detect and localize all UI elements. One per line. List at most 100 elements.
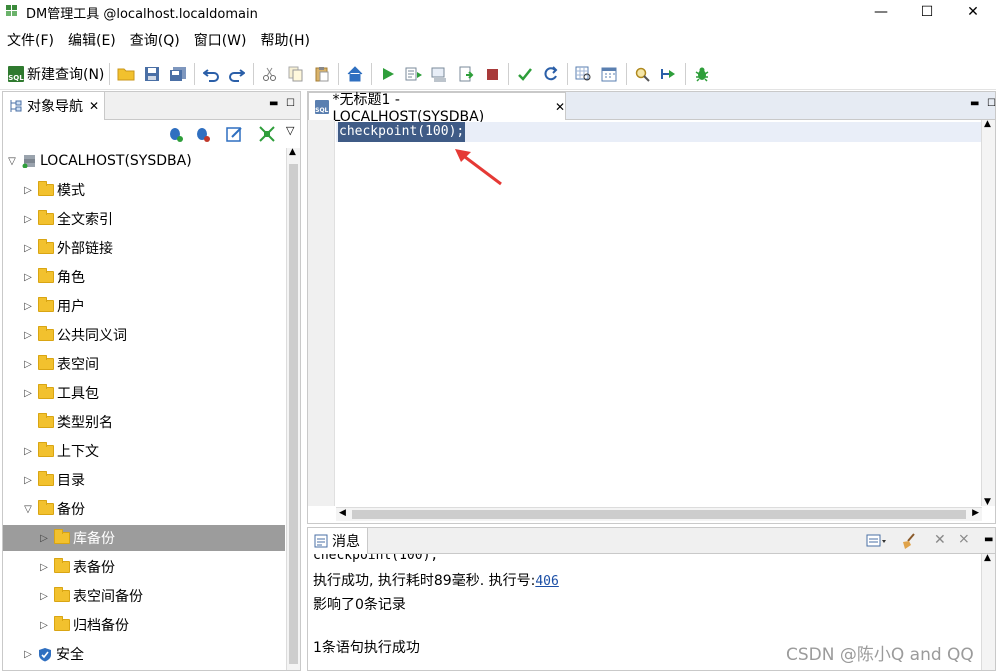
- scroll-up-icon[interactable]: ▲: [289, 147, 296, 157]
- collapsed-arrow-icon[interactable]: ▷: [38, 591, 50, 602]
- expand-all-icon[interactable]: [258, 125, 276, 143]
- tree-item[interactable]: ▷ 表备份: [3, 554, 285, 580]
- remove-all-icon[interactable]: ⨯: [958, 531, 970, 547]
- execute-plan-button[interactable]: [402, 62, 426, 86]
- collapsed-arrow-icon[interactable]: ▷: [22, 649, 34, 660]
- menu-edit[interactable]: 编辑(E): [61, 28, 123, 54]
- scrollbar-thumb[interactable]: [289, 164, 298, 664]
- collapsed-arrow-icon[interactable]: ▷: [22, 272, 34, 283]
- minimize-button[interactable]: —: [858, 0, 904, 24]
- collapsed-arrow-icon[interactable]: ▷: [22, 388, 34, 399]
- tree-item[interactable]: ▷ 表空间备份: [3, 583, 285, 609]
- navigator-vertical-scrollbar[interactable]: ▲: [286, 147, 300, 670]
- tree-item[interactable]: ▷ 库备份: [3, 525, 285, 551]
- collapsed-arrow-icon[interactable]: ▷: [22, 243, 34, 254]
- maximize-panel-icon[interactable]: ☐: [987, 98, 996, 109]
- tree-item[interactable]: ▷ 表空间: [3, 351, 285, 377]
- copy-button[interactable]: [284, 62, 308, 86]
- clear-broom-icon[interactable]: [900, 532, 918, 550]
- collapsed-arrow-icon[interactable]: ▷: [38, 562, 50, 573]
- find-button[interactable]: [631, 62, 655, 86]
- connect-icon[interactable]: [167, 125, 185, 143]
- collapsed-arrow-icon[interactable]: ▷: [38, 620, 50, 631]
- new-query-button[interactable]: SQL 新建查询(N): [6, 62, 106, 86]
- minimize-panel-icon[interactable]: ▬: [269, 98, 278, 109]
- close-button[interactable]: ✕: [950, 0, 996, 24]
- menu-file[interactable]: 文件(F): [0, 28, 61, 54]
- scroll-up-icon[interactable]: ▲: [984, 119, 991, 129]
- selected-code[interactable]: checkpoint(100);: [338, 122, 466, 142]
- collapsed-arrow-icon[interactable]: ▷: [22, 359, 34, 370]
- commit-button[interactable]: [513, 62, 537, 86]
- tree-item[interactable]: ▷ 模式: [3, 177, 285, 203]
- collapsed-arrow-icon[interactable]: ▷: [22, 330, 34, 341]
- tree-root-localhost[interactable]: ▽ LOCALHOST(SYSDBA): [3, 148, 285, 174]
- close-icon[interactable]: ✕: [89, 99, 99, 113]
- query-analyze-button[interactable]: [572, 62, 596, 86]
- stop-button[interactable]: [480, 62, 504, 86]
- tree-item[interactable]: ▷ 全文索引: [3, 206, 285, 232]
- edit-icon[interactable]: [226, 125, 244, 143]
- execute-script-button[interactable]: [428, 62, 452, 86]
- home-button[interactable]: [343, 62, 367, 86]
- tab-messages[interactable]: 消息: [308, 528, 368, 554]
- tree-item[interactable]: ▷ 归档备份: [3, 612, 285, 638]
- view-menu-icon[interactable]: ▽: [286, 124, 294, 137]
- collapsed-arrow-icon[interactable]: ▷: [22, 475, 34, 486]
- exec-id-link[interactable]: 406: [535, 574, 558, 589]
- maximize-button[interactable]: ☐: [904, 0, 950, 24]
- menu-query[interactable]: 查询(Q): [123, 28, 187, 54]
- scroll-right-icon[interactable]: ▶: [972, 508, 979, 518]
- tree-item[interactable]: ▷ 安全: [3, 641, 285, 667]
- tree-item[interactable]: ▷ 公共同义词: [3, 322, 285, 348]
- messages-vertical-scrollbar[interactable]: ▲: [981, 553, 995, 670]
- tree-item[interactable]: ▷ 目录: [3, 467, 285, 493]
- collapsed-arrow-icon[interactable]: ▷: [22, 185, 34, 196]
- scroll-down-icon[interactable]: ▼: [984, 497, 991, 507]
- tab-untitled-query[interactable]: SQL *无标题1 - LOCALHOST(SYSDBA) ✕: [308, 92, 566, 125]
- tree-item[interactable]: ▷ 上下文: [3, 438, 285, 464]
- scroll-up-icon[interactable]: ▲: [984, 553, 991, 563]
- debug-button[interactable]: [690, 62, 714, 86]
- tree-item[interactable]: ▷ 外部链接: [3, 235, 285, 261]
- cut-button[interactable]: [258, 62, 282, 86]
- menu-window[interactable]: 窗口(W): [187, 28, 254, 54]
- open-folder-button[interactable]: [114, 62, 138, 86]
- minimize-panel-icon[interactable]: ▬: [970, 98, 979, 109]
- tree-item[interactable]: ▷ 工具包: [3, 380, 285, 406]
- save-all-button[interactable]: [166, 62, 190, 86]
- close-icon[interactable]: ✕: [555, 100, 565, 114]
- tree-item[interactable]: ▷ 角色: [3, 264, 285, 290]
- tree-item[interactable]: ▷ 用户: [3, 293, 285, 319]
- execute-button[interactable]: [376, 62, 400, 86]
- rollback-button[interactable]: [539, 62, 563, 86]
- tree-item[interactable]: ▽ 备份: [3, 496, 285, 522]
- editor-vertical-scrollbar[interactable]: ▲ ▼: [981, 119, 995, 507]
- stop-icon: [487, 68, 499, 80]
- scroll-left-icon[interactable]: ◀: [339, 508, 346, 518]
- tab-object-navigator[interactable]: 对象导航 ✕: [3, 92, 105, 120]
- tree-item[interactable]: 类型别名: [3, 409, 285, 435]
- remove-icon[interactable]: ✕: [934, 532, 946, 548]
- schedule-button[interactable]: [598, 62, 622, 86]
- step-run-button[interactable]: [657, 62, 681, 86]
- collapsed-arrow-icon[interactable]: ▷: [22, 446, 34, 457]
- view-dropdown-icon[interactable]: [866, 533, 888, 549]
- undo-button[interactable]: [199, 62, 223, 86]
- collapsed-arrow-icon[interactable]: ▷: [22, 301, 34, 312]
- redo-button[interactable]: [225, 62, 249, 86]
- menu-help[interactable]: 帮助(H): [254, 28, 317, 54]
- expanded-arrow-icon[interactable]: ▽: [22, 504, 34, 515]
- scrollbar-thumb[interactable]: [352, 510, 966, 519]
- minimize-panel-icon[interactable]: ▬: [984, 534, 993, 545]
- collapsed-arrow-icon[interactable]: ▷: [22, 214, 34, 225]
- code-editor[interactable]: checkpoint(100);: [336, 120, 982, 506]
- disconnect-icon[interactable]: [194, 125, 212, 143]
- save-button[interactable]: [140, 62, 164, 86]
- export-button[interactable]: [454, 62, 478, 86]
- paste-button[interactable]: [310, 62, 334, 86]
- collapsed-arrow-icon[interactable]: ▷: [38, 533, 50, 544]
- maximize-panel-icon[interactable]: ☐: [286, 98, 295, 109]
- editor-horizontal-scrollbar[interactable]: ◀ ▶: [336, 507, 982, 521]
- expanded-arrow-icon[interactable]: ▽: [6, 156, 18, 167]
